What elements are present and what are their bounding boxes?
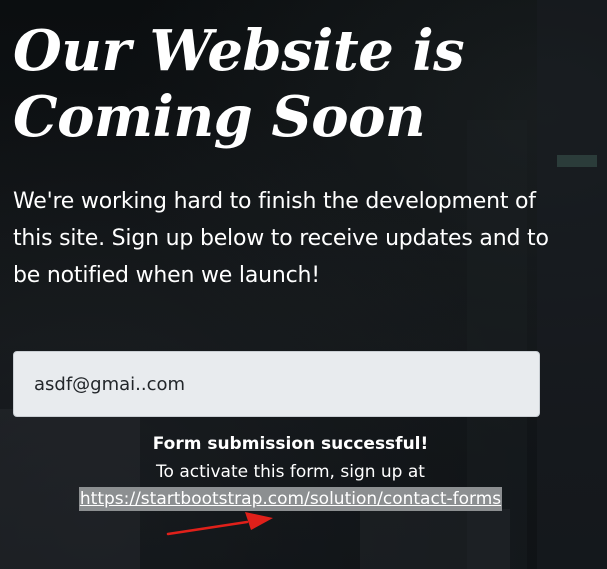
page-title: Our Website is Coming Soon <box>13 18 465 150</box>
success-title: Form submission successful! <box>152 434 429 454</box>
email-field[interactable] <box>13 351 540 417</box>
contact-forms-link[interactable]: https://startbootstrap.com/solution/cont… <box>78 487 503 511</box>
submission-success-message: Form submission successful! To activate … <box>13 431 568 511</box>
background-building <box>360 509 510 569</box>
background-window <box>557 155 597 167</box>
lead-paragraph: We're working hard to finish the develop… <box>13 189 549 288</box>
success-text: To activate this form, sign up at <box>156 462 425 482</box>
red-arrow-icon <box>166 512 273 536</box>
